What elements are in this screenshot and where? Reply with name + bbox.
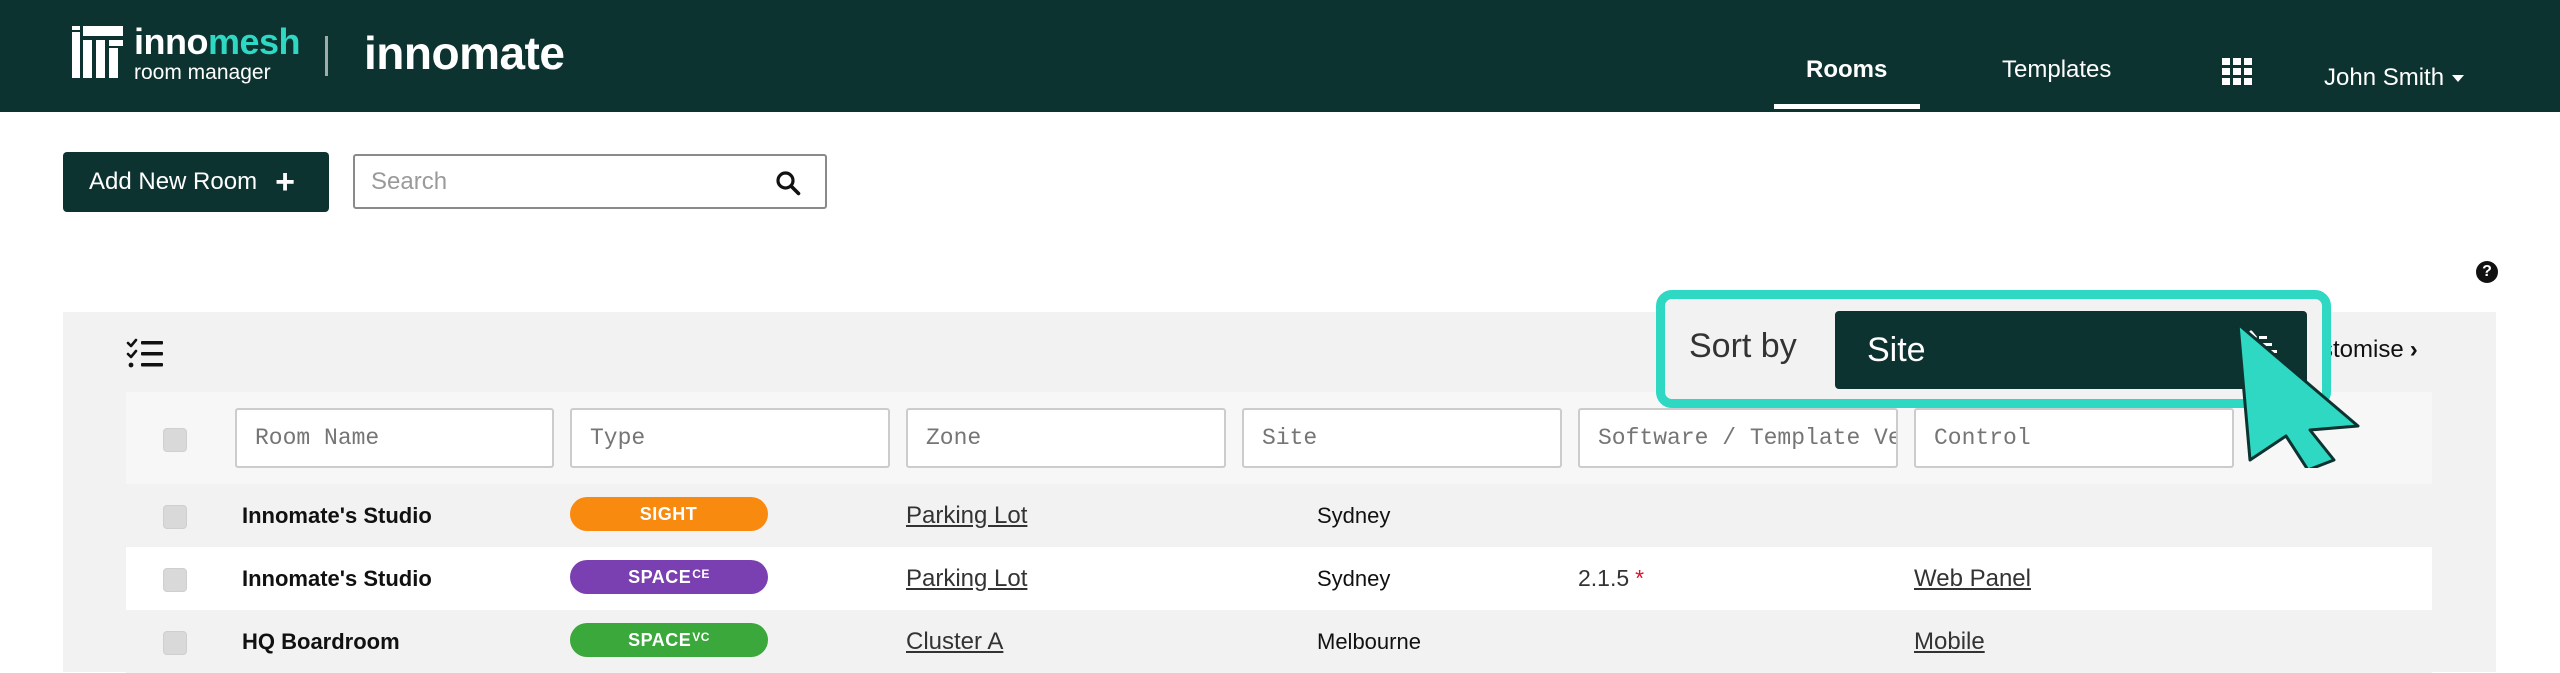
type-badge: SIGHT [570,497,768,531]
control-link[interactable]: Web Panel [1914,565,2031,593]
filter-software-template-version[interactable] [1578,408,1898,468]
search-icon[interactable] [775,170,801,196]
zone-link[interactable]: Parking Lot [906,502,1027,530]
filter-type[interactable] [570,408,890,468]
table-row[interactable]: HQ Boardroom SPACE VC Cluster A Melbourne… [126,610,2432,673]
innomesh-logo[interactable]: innomesh room manager [72,21,301,84]
search-field[interactable] [353,154,827,209]
table-row[interactable]: Innomate's Studio SPACE CE Parking Lot Sy… [126,547,2432,610]
user-menu[interactable]: John Smith [2324,64,2465,92]
room-name: Innomate's Studio [242,502,432,528]
logo-brand: innomesh [134,21,301,62]
apps-grid-icon[interactable] [2222,58,2252,85]
filter-zone[interactable] [906,408,1226,468]
select-all-checkbox[interactable] [163,428,187,452]
room-name: Innomate's Studio [242,565,432,591]
row-checkbox[interactable] [163,568,187,592]
search-input[interactable] [371,166,751,198]
filter-control[interactable] [1914,408,2234,468]
add-new-room-label: Add New Room [89,168,258,195]
logo-divider [325,36,328,76]
site-value: Sydney [1317,565,1391,591]
nav-active-indicator [1774,104,1920,109]
row-checkbox[interactable] [163,631,187,655]
zone-link[interactable]: Cluster A [906,628,1003,656]
filter-room-name[interactable] [235,408,554,468]
innomesh-logo-mark-icon [72,25,124,82]
nav-tab-templates[interactable]: Templates [2002,56,2111,84]
site-value: Melbourne [1317,628,1421,654]
checklist-icon[interactable] [126,338,166,370]
chevron-right-icon: › [2409,336,2418,363]
caret-down-icon [2452,74,2465,82]
logo-subtitle: room manager [134,61,271,84]
software-version: 2.1.5 * [1578,565,1645,591]
zone-link[interactable]: Parking Lot [906,565,1027,593]
user-name: John Smith [2324,64,2445,91]
cursor-pointer-icon [2236,322,2360,468]
add-new-room-button[interactable]: Add New Room + [63,152,329,212]
type-badge: SPACE VC [570,623,768,657]
type-badge: SPACE CE [570,560,768,594]
plus-icon: + [275,163,295,201]
nav-tab-rooms[interactable]: Rooms [1806,56,1887,84]
sort-by-highlight: Sort by Site [1656,290,2331,408]
sort-by-label: Sort by [1689,327,1797,365]
sort-by-value: Site [1867,330,1926,369]
product-name: innomate [364,27,565,79]
outdated-flag: * [1635,565,1645,591]
filter-site[interactable] [1242,408,1562,468]
top-navbar: innomesh room manager innomate Rooms Tem… [0,0,2560,112]
help-icon[interactable]: ? [2476,261,2498,283]
room-name: HQ Boardroom [242,628,400,654]
control-link[interactable]: Mobile [1914,628,1985,656]
table-row[interactable]: Innomate's Studio SIGHT Parking Lot Sydn… [126,484,2432,547]
row-checkbox[interactable] [163,505,187,529]
site-value: Sydney [1317,502,1391,528]
